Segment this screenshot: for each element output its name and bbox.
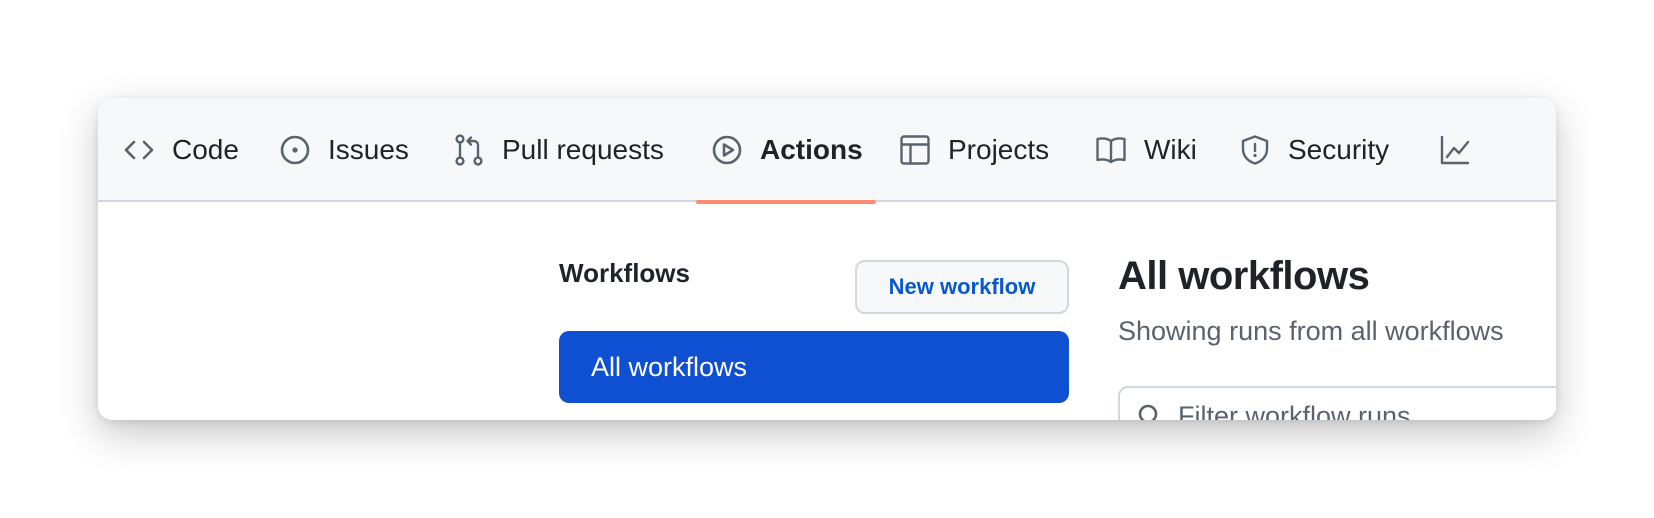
filter-workflow-runs-field[interactable] [1118,386,1556,420]
tab-label: Code [172,134,239,165]
sidebar-title: Workflows [559,258,690,288]
shield-icon [1238,133,1272,167]
tab-label: Security [1288,134,1390,165]
repo-tab-bar: Code Issues Pull requests Actions Projec… [98,98,1556,204]
tab-code[interactable]: Code [122,98,239,202]
git-pull-request-icon [452,133,486,167]
tab-issues[interactable]: Issues [278,98,409,202]
window-frame: Code Issues Pull requests Actions Projec… [98,98,1556,420]
active-tab-underline [696,200,876,204]
tab-wiki[interactable]: Wiki [1094,98,1197,202]
tab-label: Issues [328,134,409,165]
page-subtitle: Showing runs from all workflows [1118,316,1504,346]
code-icon [122,133,156,167]
table-icon [898,133,932,167]
tab-insights[interactable] [1438,98,1488,202]
new-workflow-button[interactable]: New workflow [855,260,1069,314]
tab-label: Actions [760,134,863,165]
sidebar-item-label: All workflows [591,351,748,382]
tab-projects[interactable]: Projects [898,98,1049,202]
search-icon [1136,402,1164,420]
tab-actions[interactable]: Actions [696,98,876,204]
book-icon [1094,133,1128,167]
tab-label: Projects [948,134,1050,165]
play-icon [710,133,744,167]
tab-pull-requests[interactable]: Pull requests [452,98,664,202]
graph-icon [1438,133,1472,167]
page-title: All workflows [1118,254,1370,298]
tab-label: Wiki [1144,134,1197,165]
issue-opened-icon [278,133,312,167]
tab-security[interactable]: Security [1238,98,1389,202]
tab-label: Pull requests [502,134,664,165]
sidebar-item-all-workflows[interactable]: All workflows [559,331,1069,403]
filter-workflow-runs-input[interactable] [1178,400,1556,420]
